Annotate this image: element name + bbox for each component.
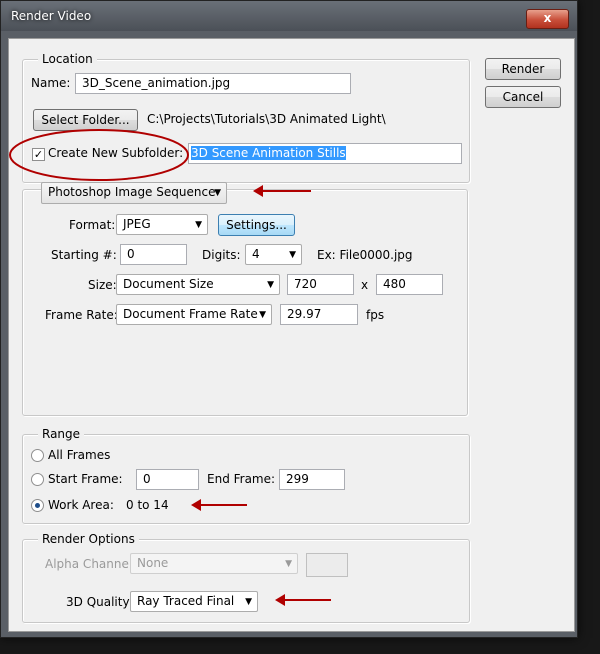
close-button[interactable]: x	[526, 9, 569, 29]
alpha-channel-label: Alpha Channel:	[45, 557, 137, 571]
cancel-button[interactable]: Cancel	[485, 86, 561, 108]
render-video-dialog: Render Video x Location Name: 3D_Scene_a…	[0, 0, 578, 638]
chevron-down-icon: ▼	[285, 559, 292, 569]
starting-number-input[interactable]: 0	[120, 244, 187, 265]
highlight-ellipse	[9, 129, 189, 181]
fps-input[interactable]: 29.97	[280, 304, 358, 325]
alpha-channel-value: None	[137, 556, 169, 570]
work-area-value: 0 to 14	[126, 498, 169, 512]
size-dropdown[interactable]: Document Size ▼	[116, 274, 280, 295]
subfolder-name-input[interactable]: 3D Scene Animation Stills	[188, 143, 462, 164]
chevron-down-icon: ▼	[259, 310, 266, 320]
location-legend: Location	[38, 52, 97, 66]
name-label: Name:	[31, 76, 71, 90]
start-frame-label: Start Frame:	[48, 472, 123, 486]
starting-number-label: Starting #:	[51, 248, 117, 262]
annotation-arrow-work-area	[191, 499, 247, 511]
window-title: Render Video	[11, 9, 92, 23]
settings-button[interactable]: Settings...	[218, 214, 295, 236]
format-dropdown[interactable]: JPEG ▼	[116, 214, 208, 235]
end-frame-input[interactable]: 299	[279, 469, 345, 490]
end-frame-label: End Frame:	[207, 472, 276, 486]
subfolder-name-selected-text: 3D Scene Animation Stills	[191, 146, 346, 160]
quality-dropdown[interactable]: Ray Traced Final ▼	[130, 591, 258, 612]
annotation-arrow-export-type	[253, 185, 311, 197]
chevron-down-icon: ▼	[195, 220, 202, 230]
name-input[interactable]: 3D_Scene_animation.jpg	[75, 73, 351, 94]
format-value: JPEG	[123, 217, 151, 231]
chevron-down-icon: ▼	[267, 280, 274, 290]
digits-value: 4	[252, 247, 260, 261]
all-frames-label: All Frames	[48, 448, 111, 462]
alpha-channel-dropdown[interactable]: None ▼	[130, 553, 298, 574]
export-type-dropdown[interactable]: Photoshop Image Sequence ▼	[41, 182, 227, 204]
start-frame-radio[interactable]	[31, 473, 44, 486]
filename-example: Ex: File0000.jpg	[317, 248, 413, 262]
dialog-client-area: Location Name: 3D_Scene_animation.jpg Se…	[8, 38, 575, 632]
color-swatch	[306, 553, 348, 577]
size-value: Document Size	[123, 277, 214, 291]
annotation-arrow-quality	[275, 594, 331, 606]
digits-dropdown[interactable]: 4 ▼	[245, 244, 302, 265]
width-input[interactable]: 720	[287, 274, 354, 295]
dimension-separator: x	[361, 278, 369, 292]
size-label: Size:	[88, 278, 117, 292]
title-bar: Render Video x	[1, 1, 577, 31]
render-options-legend: Render Options	[38, 532, 139, 546]
quality-label: 3D Quality:	[66, 595, 133, 609]
export-type-value: Photoshop Image Sequence	[48, 185, 216, 199]
quality-value: Ray Traced Final	[137, 594, 235, 608]
chevron-down-icon: ▼	[245, 597, 252, 607]
all-frames-radio[interactable]	[31, 449, 44, 462]
frame-rate-value: Document Frame Rate	[123, 307, 258, 321]
start-frame-input[interactable]: 0	[136, 469, 199, 490]
height-input[interactable]: 480	[376, 274, 443, 295]
folder-path: C:\Projects\Tutorials\3D Animated Light\	[147, 112, 386, 126]
format-label: Format:	[69, 218, 116, 232]
work-area-label: Work Area:	[48, 498, 114, 512]
frame-rate-label: Frame Rate:	[45, 308, 118, 322]
range-legend: Range	[38, 427, 85, 441]
chevron-down-icon: ▼	[214, 188, 221, 198]
fps-unit: fps	[366, 308, 385, 322]
chevron-down-icon: ▼	[289, 250, 296, 260]
render-button[interactable]: Render	[485, 58, 561, 80]
work-area-radio[interactable]	[31, 499, 44, 512]
digits-label: Digits:	[202, 248, 241, 262]
frame-rate-dropdown[interactable]: Document Frame Rate ▼	[116, 304, 272, 325]
